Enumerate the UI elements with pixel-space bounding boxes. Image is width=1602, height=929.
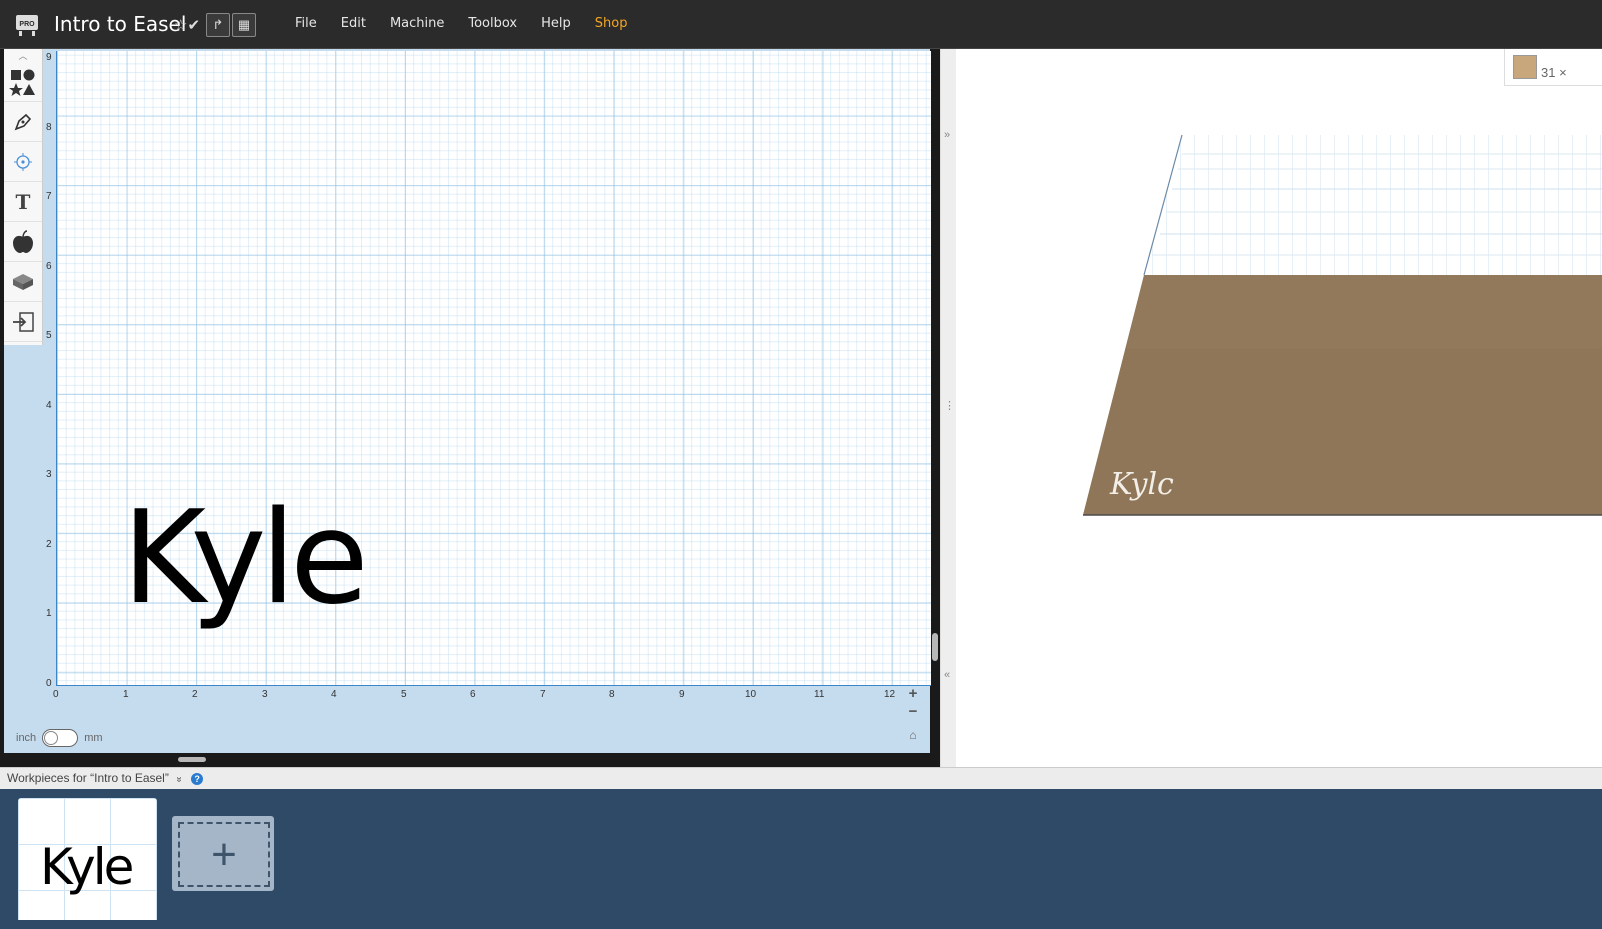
- collapse-toolbar-icon[interactable]: ︿: [4, 49, 42, 63]
- workpieces-bar: Workpieces for “Intro to Easel” » ?: [0, 767, 1602, 790]
- main-menu: File Edit Machine Toolbox Help Shop: [295, 16, 651, 31]
- apple-icon[interactable]: [4, 223, 42, 262]
- svg-text:PRO: PRO: [19, 21, 35, 28]
- plus-icon: +: [178, 822, 270, 887]
- text-icon[interactable]: T: [4, 183, 42, 222]
- x-tick: 6: [470, 689, 476, 700]
- x-tick: 3: [262, 689, 268, 700]
- expand-arrow-icon[interactable]: »: [944, 129, 950, 141]
- y-tick: 6: [46, 261, 52, 272]
- workpieces-label: Workpieces for “Intro to Easel”: [7, 771, 169, 785]
- y-tick: 9: [46, 52, 52, 63]
- y-tick: 4: [46, 400, 52, 411]
- unit-mm-label: mm: [84, 732, 103, 744]
- easel-pro-logo[interactable]: PRO: [14, 11, 40, 37]
- workpiece-thumbnail[interactable]: Kyle: [18, 798, 157, 920]
- x-tick: 12: [884, 689, 896, 700]
- workpieces-dropdown-icon[interactable]: »: [173, 777, 184, 783]
- x-tick: 11: [814, 689, 825, 700]
- y-tick: 0: [46, 678, 52, 689]
- workpieces-tray: Kyle +: [0, 789, 1602, 929]
- x-tick: 10: [745, 689, 757, 700]
- switch-knob: [44, 731, 59, 745]
- vertical-scrollbar[interactable]: [932, 633, 938, 661]
- target-icon[interactable]: [4, 143, 42, 182]
- menu-shop[interactable]: Shop: [595, 16, 628, 31]
- 3d-preview[interactable]: [956, 49, 1602, 767]
- x-tick: 1: [123, 689, 129, 700]
- menu-help[interactable]: Help: [541, 16, 571, 31]
- help-icon[interactable]: ?: [191, 772, 204, 785]
- x-tick: 5: [401, 689, 407, 700]
- workpiece-thumbnail-text: Kyle: [40, 838, 134, 896]
- x-tick: 9: [679, 689, 685, 700]
- y-tick: 8: [46, 122, 52, 133]
- y-tick: 2: [46, 539, 52, 550]
- unit-switch[interactable]: [42, 729, 79, 747]
- y-tick: 3: [46, 469, 52, 480]
- tool-sidebar: ︿ T: [4, 49, 43, 345]
- share-icon[interactable]: ↱: [206, 13, 230, 37]
- shapes-icon[interactable]: [4, 63, 42, 102]
- view-icon[interactable]: ▦: [232, 13, 256, 37]
- menu-machine[interactable]: Machine: [390, 16, 444, 31]
- y-tick: 7: [46, 191, 52, 202]
- text-object-kyle[interactable]: Kyle: [122, 495, 369, 623]
- top-bar: PRO Intro to Easel ☆✔ ↱ ▦ File Edit Mach…: [0, 0, 1602, 49]
- add-workpiece-button[interactable]: +: [172, 816, 274, 891]
- x-tick: 2: [192, 689, 198, 700]
- unit-inch-label: inch: [16, 732, 37, 744]
- home-icon[interactable]: ⌂: [903, 728, 923, 746]
- zoom-in-button[interactable]: +: [903, 685, 923, 703]
- import-icon[interactable]: [4, 303, 42, 342]
- x-tick: 7: [540, 689, 546, 700]
- menu-file[interactable]: File: [295, 16, 317, 31]
- y-tick: 5: [46, 330, 52, 341]
- drag-handle-icon[interactable]: ⋮: [944, 399, 955, 412]
- unit-toggle[interactable]: inch mm: [16, 729, 103, 747]
- menu-edit[interactable]: Edit: [341, 16, 366, 31]
- carved-text-preview: Kylc: [1110, 467, 1174, 502]
- menu-toolbox[interactable]: Toolbox: [468, 16, 517, 31]
- x-tick: 4: [331, 689, 337, 700]
- zoom-out-button[interactable]: −: [903, 703, 923, 721]
- pen-icon[interactable]: [4, 103, 42, 142]
- collapse-arrow-icon[interactable]: «: [944, 669, 950, 681]
- preview-panel: 31 × Kylc: [956, 49, 1602, 767]
- favorite-saved-icons[interactable]: ☆✔: [174, 16, 200, 34]
- x-tick: 8: [609, 689, 615, 700]
- box-icon[interactable]: [4, 263, 42, 302]
- project-title[interactable]: Intro to Easel: [54, 12, 186, 36]
- x-tick: 0: [53, 689, 59, 700]
- horizontal-scrollbar[interactable]: [178, 757, 206, 762]
- y-tick: 1: [46, 608, 52, 619]
